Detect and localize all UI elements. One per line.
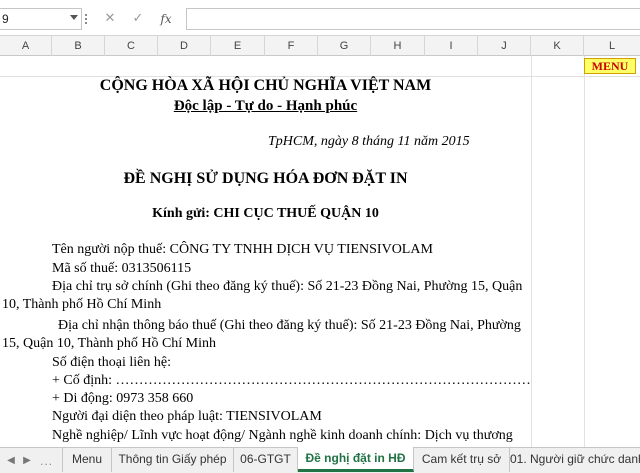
insert-function-icon[interactable]: fx xyxy=(158,11,174,27)
formula-input[interactable] xyxy=(186,8,640,30)
notice-address-line-2: 15, Quận 10, Thành phố Hồ Chí Minh xyxy=(2,336,217,351)
mobile: + Di động: 0973 358 660 xyxy=(52,391,194,406)
tab-nguoi-giu-chuc-danh[interactable]: 01. Người giữ chức danh xyxy=(510,448,640,472)
business-line: Nghề nghiệp/ Lĩnh vực hoạt động/ Ngành n… xyxy=(52,428,513,443)
recipient: Kính gửi: CHI CỤC THUẾ QUẬN 10 xyxy=(152,206,379,221)
column-header-h[interactable]: H xyxy=(371,36,425,56)
tab-scroll-right-icon[interactable]: ▶ xyxy=(18,452,36,470)
name-box-dropdown-icon[interactable] xyxy=(70,15,78,20)
gridline xyxy=(531,56,532,447)
legal-representative: Người đại diện theo pháp luật: TIENSIVOL… xyxy=(52,409,322,424)
column-header-f[interactable]: F xyxy=(265,36,318,56)
landline: + Cố định: ……………………………………………………………………………… xyxy=(52,373,530,388)
place-date: TpHCM, ngày 8 tháng 11 năm 2015 xyxy=(268,134,470,149)
column-header-d[interactable]: D xyxy=(158,36,211,56)
menu-button[interactable]: MENU xyxy=(584,58,636,74)
taxpayer-name: Tên người nộp thuế: CÔNG TY TNHH DỊCH VỤ… xyxy=(52,242,433,257)
column-header-g[interactable]: G xyxy=(318,36,371,56)
tab-06-gtgt[interactable]: 06-GTGT xyxy=(234,448,298,472)
column-header-l[interactable]: L xyxy=(584,36,640,56)
motto: Độc lập - Tự do - Hạnh phúc xyxy=(173,98,358,114)
sheet-tab-bar: ◀ ▶ ... Menu Thông tin Giấy phép 06-GTGT… xyxy=(0,447,640,473)
column-header-c[interactable]: C xyxy=(105,36,158,56)
hq-address-line-2: 10, Thành phố Hồ Chí Minh xyxy=(2,297,162,312)
tax-code: Mã số thuế: 0313506115 xyxy=(52,261,192,276)
column-headers: A B C D E F G H I J K L xyxy=(0,36,640,56)
column-header-i[interactable]: I xyxy=(425,36,478,56)
cancel-icon[interactable]: ✕ xyxy=(102,11,118,27)
column-header-b[interactable]: B xyxy=(52,36,105,56)
column-header-a[interactable]: A xyxy=(0,36,52,56)
column-header-j[interactable]: J xyxy=(478,36,531,56)
tab-de-nghi-dat-in-hd[interactable]: Đề nghị đặt in HĐ xyxy=(298,447,414,472)
tab-menu[interactable]: Menu xyxy=(62,448,112,472)
tab-cam-ket-tru-so[interactable]: Cam kết trụ sở xyxy=(414,448,510,472)
enter-icon[interactable]: ✓ xyxy=(130,11,146,27)
formula-bar: 9 ✕ ✓ fx xyxy=(0,0,640,36)
document-title: ĐỀ NGHỊ SỬ DỤNG HÓA ĐƠN ĐẶT IN xyxy=(123,170,408,187)
gridline xyxy=(584,56,585,447)
hq-address-line-1: Địa chỉ trụ sở chính (Ghi theo đăng ký t… xyxy=(52,279,523,294)
column-header-k[interactable]: K xyxy=(531,36,584,56)
country-heading: CỘNG HÒA XÃ HỘI CHỦ NGHĨA VIỆT NAM xyxy=(99,77,432,94)
notice-address-line-1: Địa chỉ nhận thông báo thuế (Ghi theo đă… xyxy=(58,318,521,333)
phone-label: Số điện thoại liên hệ: xyxy=(52,355,171,370)
column-header-e[interactable]: E xyxy=(211,36,265,56)
formula-bar-resize-handle[interactable] xyxy=(84,12,88,26)
worksheet-grid[interactable]: MENU CỘNG HÒA XÃ HỘI CHỦ NGHĨA VIỆT NAM … xyxy=(0,56,640,447)
more-tabs-icon[interactable]: ... xyxy=(40,454,53,468)
tab-thong-tin-giay-phep[interactable]: Thông tin Giấy phép xyxy=(112,448,234,472)
